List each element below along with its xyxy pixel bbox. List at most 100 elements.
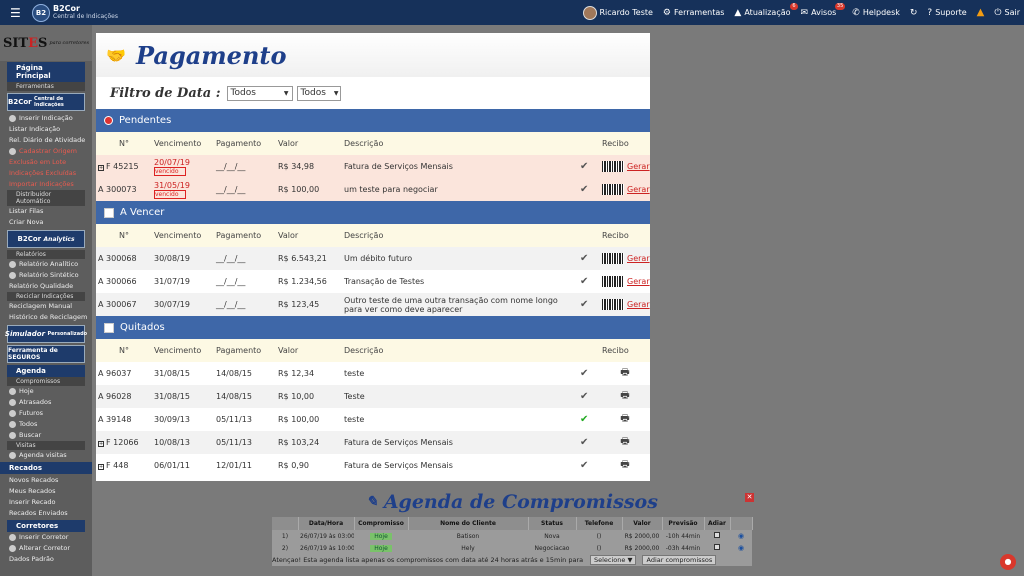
sidebar-item-criar-nova[interactable]: Criar Nova [0,217,92,228]
printer-icon[interactable]: 🖶 [620,390,629,401]
origin-icon [9,148,16,155]
printer-icon[interactable]: 🖶 [620,367,629,378]
gerar-link[interactable]: Gerar [627,162,650,171]
table-row[interactable]: A 300068 30/08/19 __/__/__ R$ 6.543,21 Um dé… [96,247,650,270]
user-menu[interactable]: Ricardo Teste [582,5,653,20]
sidebar-item-inserir-indicacao[interactable]: Inserir Indicação [0,113,92,124]
sidebar-b2cor-block[interactable]: B2Cor Central de Indicações [7,93,85,111]
sidebar-item-inserir-corretor[interactable]: Inserir Corretor [0,532,92,543]
sidebar-item-atrasados[interactable]: Atrasados [0,397,92,408]
table-row[interactable]: A 300067 30/07/19 __/__/__ R$ 123,45 Outro t… [96,293,650,316]
filter-select-2[interactable]: Todos ▼ [296,85,341,101]
sidebar-item-listar-indicacao[interactable]: Listar Indicação [0,124,92,135]
sidebar-item-inserir-recado[interactable]: Inserir Recado [0,497,92,508]
table-row[interactable]: + F 45215 20/07/19 vencido __/__/__ R$ 34,98 F… [96,155,650,178]
cell-pag: 14/08/15 [216,369,252,378]
sair-button[interactable]: ⏻ Sair [994,8,1020,18]
adiar-compromissos-button[interactable]: Adiar compromissos [642,555,717,565]
brand[interactable]: B2 B2Cor Central de Indicações [32,3,118,22]
number-text: A 96037 [98,369,132,378]
checkbox-icon[interactable] [104,207,114,218]
sidebar-analytics-block[interactable]: B2Cor Analytics [7,230,85,248]
adiar-checkbox[interactable] [714,532,720,538]
check-icon: ✔ [580,460,589,471]
sidebar-item-cadastrar-origem[interactable]: Cadastrar Origem [0,146,92,157]
cell-number: + F 12066 [96,431,152,454]
expand-icon[interactable]: + [98,441,104,447]
sidebar-pagina-principal[interactable]: Página Principal [7,62,85,82]
barcode-icon[interactable] [602,253,624,264]
sidebar-item-dados-padrao[interactable]: Dados Padrão [0,554,92,565]
refresh-button[interactable]: ↻ [910,8,918,18]
printer-icon[interactable]: 🖶 [620,413,629,424]
checkbox-icon[interactable] [104,322,114,333]
sidebar-item-buscar[interactable]: Buscar [0,430,92,441]
sidebar-item-rel-analitico[interactable]: Relatório Analítico [0,259,92,270]
sidebar-item-listar-filas[interactable]: Listar Filas [0,206,92,217]
sidebar-item-alterar-corretor[interactable]: Alterar Corretor [0,543,92,554]
sites-logo[interactable]: SIT E Spara corretores [0,25,92,61]
table-row[interactable]: A 96028 31/08/15 14/08/15 R$ 10,00 Teste ✔ 🖶 [96,385,650,408]
gerar-link[interactable]: Gerar [627,277,650,286]
suporte-menu[interactable]: ? Suporte [927,8,966,18]
barcode-icon[interactable] [602,184,624,195]
adiar-checkbox[interactable] [714,544,720,550]
column-header: N° [119,231,129,240]
agenda-row[interactable]: 2) 26/07/19 às 10:00 Hoje Hely Negociacao () R… [272,542,752,554]
eye-icon[interactable]: ◉ [738,544,744,552]
eye-icon[interactable]: ◉ [738,532,744,540]
filter-select-1[interactable]: Todos ▼ [226,85,293,101]
sidebar-section-corretores: Corretores [7,520,85,532]
sidebar-seguros-block[interactable]: Ferramenta de SEGUROS [7,345,85,363]
table-row[interactable]: + F 448 06/01/11 12/01/11 R$ 0,90 Fatura de S… [96,454,650,477]
printer-icon[interactable]: 🖶 [620,459,629,470]
table-row[interactable]: A 300073 31/05/19 vencido __/__/__ R$ 100,00… [96,178,650,201]
table-row[interactable]: + F 12066 10/08/13 05/11/13 R$ 103,24 Fatura … [96,431,650,454]
table-row[interactable]: A 300066 31/07/19 __/__/__ R$ 1.234,56 Trans… [96,270,650,293]
gerar-link[interactable]: Gerar [627,254,650,263]
ferramentas-label: Ferramentas [674,8,725,17]
sidebar-item-importar[interactable]: Importar Indicações [0,179,92,190]
helpdesk-menu[interactable]: ✆ Helpdesk [852,8,900,18]
barcode-icon[interactable] [602,299,624,310]
cell-pag: __/__/__ [216,277,246,286]
gerar-link[interactable]: Gerar [627,185,650,194]
avisos-menu[interactable]: ✉ Avisos 35 [801,2,846,18]
table-row[interactable]: A 96037 31/08/15 14/08/15 R$ 12,34 teste ✔ 🖶 [96,362,650,385]
close-icon[interactable]: ✕ [745,493,754,502]
sidebar-item-exclusao-lote[interactable]: Exclusão em Lote [0,157,92,168]
hoje-badge: Hoje [370,532,392,540]
expand-icon[interactable]: + [98,165,104,171]
gerar-link[interactable]: Gerar [627,300,650,309]
sidebar-item-indicacoes-excluidas[interactable]: Indicações Excluídas [0,168,92,179]
section-quitados: Quitados [96,316,650,339]
sidebar-item-meus-recados[interactable]: Meus Recados [0,486,92,497]
check-icon: ✔ [580,276,589,287]
sidebar-item-agenda-visitas[interactable]: Agenda visitas [0,450,92,461]
sidebar-item-futuros[interactable]: Futuros [0,408,92,419]
sidebar-item-reciclagem-manual[interactable]: Reciclagem Manual [0,301,92,312]
barcode-icon[interactable] [602,276,624,287]
atualizacao-menu[interactable]: ▲ Atualização 6 [734,2,798,18]
menu-icon[interactable]: ☰ [10,6,30,20]
table-row[interactable]: A 39148 30/09/13 05/11/13 R$ 100,00 teste ✔ 🖶 [96,408,650,431]
expand-icon[interactable]: + [98,464,104,470]
agenda-cell-tel: () [596,532,602,540]
barcode-icon[interactable] [602,161,624,172]
agenda-select[interactable]: Selecione ▼ [590,555,637,565]
alert-button[interactable]: ▲ [977,7,985,18]
sidebar-item-rel-sintetico[interactable]: Relatório Sintético [0,270,92,281]
agenda-row[interactable]: 1) 26/07/19 às 03:00 Hoje Batison Nova () R$ 2… [272,530,752,542]
sidebar-item-rel-qualidade[interactable]: Relatório Qualidade [0,281,92,292]
ferramentas-menu[interactable]: ⚙ Ferramentas [663,8,725,18]
printer-icon[interactable]: 🖶 [620,436,629,447]
sidebar-item-novos-recados[interactable]: Novos Recados [0,475,92,486]
sidebar-simulador-block[interactable]: Simulador Personalizado [5,325,87,343]
sidebar-item-recados-enviados[interactable]: Recados Enviados [0,508,92,519]
chat-bell-icon[interactable]: ● [1000,554,1016,570]
sidebar-item-historico-reciclagem[interactable]: Histórico de Reciclagem [0,312,92,323]
sidebar-item-hoje[interactable]: Hoje [0,386,92,397]
column-header: Recibo [602,346,629,355]
sidebar-item-todos[interactable]: Todos [0,419,92,430]
sidebar-item-rel-diario[interactable]: Rel. Diário de Atividade [0,135,92,146]
